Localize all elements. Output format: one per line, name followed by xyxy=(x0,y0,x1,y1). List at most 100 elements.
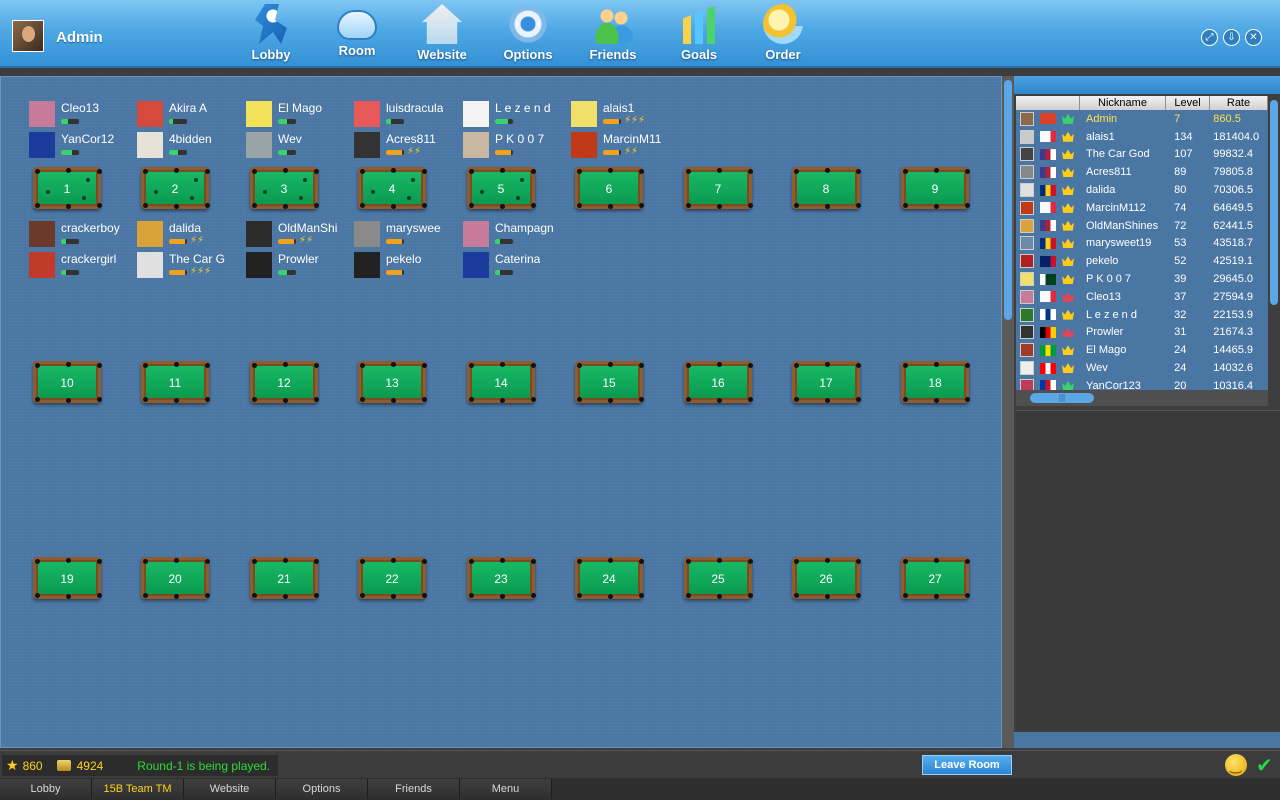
pool-table-8[interactable]: 8 xyxy=(792,167,861,209)
minimize-icon[interactable]: ⇩ xyxy=(1223,29,1240,46)
pool-table-7[interactable]: 7 xyxy=(684,167,753,209)
close-icon[interactable]: ✕ xyxy=(1245,29,1262,46)
ranking-row[interactable]: Wev 24 14032.6 xyxy=(1016,359,1268,377)
ranking-row[interactable]: MarcinM112 74 64649.5 xyxy=(1016,199,1268,217)
player-entry[interactable]: YanCor12 xyxy=(29,132,137,163)
bottom-tab-menu[interactable]: Menu xyxy=(460,779,552,799)
nav-friends-button[interactable]: Friends xyxy=(578,2,648,66)
smiley-icon[interactable] xyxy=(1225,754,1247,776)
pool-table-24[interactable]: 24 xyxy=(575,557,644,599)
player-avatar[interactable] xyxy=(246,221,272,247)
ranking-row[interactable]: Admin 7 860.5 xyxy=(1016,110,1268,128)
bottom-tab-15b-team-tm[interactable]: 15B Team TM xyxy=(92,779,184,799)
player-entry[interactable]: Wev xyxy=(246,132,354,163)
player-entry[interactable]: maryswee xyxy=(354,221,441,252)
pool-table-13[interactable]: 13 xyxy=(358,361,427,403)
nav-room-button[interactable]: Room xyxy=(322,2,392,66)
pool-table-3[interactable]: 3 xyxy=(250,167,319,209)
ranking-row[interactable]: The Car God 107 99832.4 xyxy=(1016,146,1268,164)
player-entry[interactable]: dalida ⚡⚡ xyxy=(137,221,225,252)
pool-table-5[interactable]: 5 xyxy=(467,167,536,209)
leave-room-button[interactable]: Leave Room xyxy=(922,755,1012,775)
ranking-row[interactable]: P K 0 0 7 39 29645.0 xyxy=(1016,270,1268,288)
player-entry[interactable]: The Car G ⚡⚡⚡ xyxy=(137,252,225,283)
player-avatar[interactable] xyxy=(246,132,272,158)
pool-table-16[interactable]: 16 xyxy=(684,361,753,403)
ranking-row[interactable]: Acres811 89 79805.8 xyxy=(1016,163,1268,181)
player-entry[interactable]: 4bidden xyxy=(137,132,245,163)
player-entry[interactable]: OldManShi ⚡⚡ xyxy=(246,221,337,252)
pool-table-4[interactable]: 4 xyxy=(358,167,427,209)
player-avatar[interactable] xyxy=(354,132,380,158)
ranking-row[interactable]: YanCor123 20 10316.4 xyxy=(1016,377,1268,390)
player-entry[interactable]: crackergirl xyxy=(29,252,120,283)
player-avatar[interactable] xyxy=(29,221,55,247)
player-entry[interactable]: Champagn xyxy=(463,221,554,252)
ranking-row[interactable]: L e z e n d 32 22153.9 xyxy=(1016,306,1268,324)
pool-table-9[interactable]: 9 xyxy=(901,167,970,209)
nav-order-button[interactable]: Order xyxy=(748,2,818,66)
player-entry[interactable]: MarcinM11 ⚡⚡ xyxy=(571,132,679,163)
pool-table-21[interactable]: 21 xyxy=(250,557,319,599)
ranking-row[interactable]: OldManShines 72 62441.5 xyxy=(1016,217,1268,235)
pool-table-1[interactable]: 1 xyxy=(33,167,102,209)
ranking-row[interactable]: dalida 80 70306.5 xyxy=(1016,181,1268,199)
pool-table-14[interactable]: 14 xyxy=(467,361,536,403)
restore-icon[interactable]: ⤢ xyxy=(1201,29,1218,46)
player-entry[interactable]: Caterina xyxy=(463,252,554,283)
pool-table-22[interactable]: 22 xyxy=(358,557,427,599)
nav-options-button[interactable]: Options xyxy=(493,2,563,66)
player-entry[interactable]: Prowler xyxy=(246,252,337,283)
ranking-row[interactable]: alais1 134 181404.0 xyxy=(1016,128,1268,146)
bottom-tab-website[interactable]: Website xyxy=(184,779,276,799)
pool-table-2[interactable]: 2 xyxy=(141,167,210,209)
pool-table-23[interactable]: 23 xyxy=(467,557,536,599)
pool-table-11[interactable]: 11 xyxy=(141,361,210,403)
player-entry[interactable]: L e z e n d xyxy=(463,101,571,132)
nav-website-button[interactable]: Website xyxy=(407,2,477,66)
ranking-horizontal-scroll-thumb[interactable]: ||| xyxy=(1030,393,1094,403)
pool-table-12[interactable]: 12 xyxy=(250,361,319,403)
player-avatar[interactable] xyxy=(29,132,55,158)
player-avatar[interactable] xyxy=(29,101,55,127)
nav-goals-button[interactable]: Goals xyxy=(664,2,734,66)
pool-table-17[interactable]: 17 xyxy=(792,361,861,403)
player-avatar[interactable] xyxy=(571,101,597,127)
player-avatar[interactable] xyxy=(463,221,489,247)
bottom-tab-options[interactable]: Options xyxy=(276,779,368,799)
pool-table-19[interactable]: 19 xyxy=(33,557,102,599)
player-entry[interactable]: Acres811 ⚡⚡ xyxy=(354,132,462,163)
check-icon[interactable]: ✔ xyxy=(1256,753,1273,778)
player-avatar[interactable] xyxy=(137,132,163,158)
pool-table-18[interactable]: 18 xyxy=(901,361,970,403)
player-avatar[interactable] xyxy=(354,252,380,278)
tables-scrollbar[interactable] xyxy=(1002,76,1014,748)
player-entry[interactable]: P K 0 0 7 xyxy=(463,132,571,163)
user-avatar[interactable] xyxy=(12,20,44,52)
player-avatar[interactable] xyxy=(463,101,489,127)
ranking-row[interactable]: Prowler 31 21674.3 xyxy=(1016,324,1268,342)
player-avatar[interactable] xyxy=(137,252,163,278)
player-avatar[interactable] xyxy=(137,101,163,127)
pool-table-10[interactable]: 10 xyxy=(33,361,102,403)
ranking-row[interactable]: pekelo 52 42519.1 xyxy=(1016,252,1268,270)
pool-table-26[interactable]: 26 xyxy=(792,557,861,599)
pool-table-20[interactable]: 20 xyxy=(141,557,210,599)
player-avatar[interactable] xyxy=(246,101,272,127)
player-entry[interactable]: El Mago xyxy=(246,101,354,132)
player-entry[interactable]: Cleo13 xyxy=(29,101,137,132)
player-avatar[interactable] xyxy=(463,252,489,278)
player-avatar[interactable] xyxy=(354,101,380,127)
player-entry[interactable]: pekelo xyxy=(354,252,441,283)
column-header-level[interactable]: Level xyxy=(1166,96,1210,110)
pool-table-15[interactable]: 15 xyxy=(575,361,644,403)
ranking-vertical-scroll-thumb[interactable] xyxy=(1270,100,1278,305)
chat-input-strip[interactable] xyxy=(1014,732,1280,748)
player-avatar[interactable] xyxy=(137,221,163,247)
bottom-tab-lobby[interactable]: Lobby xyxy=(0,779,92,799)
column-header-rate[interactable]: Rate xyxy=(1210,96,1268,110)
ranking-row[interactable]: marysweet19 53 43518.7 xyxy=(1016,235,1268,253)
nav-lobby-button[interactable]: Lobby xyxy=(236,2,306,66)
player-entry[interactable]: alais1 ⚡⚡⚡ xyxy=(571,101,679,132)
ranking-vertical-scrollbar[interactable] xyxy=(1268,96,1280,406)
